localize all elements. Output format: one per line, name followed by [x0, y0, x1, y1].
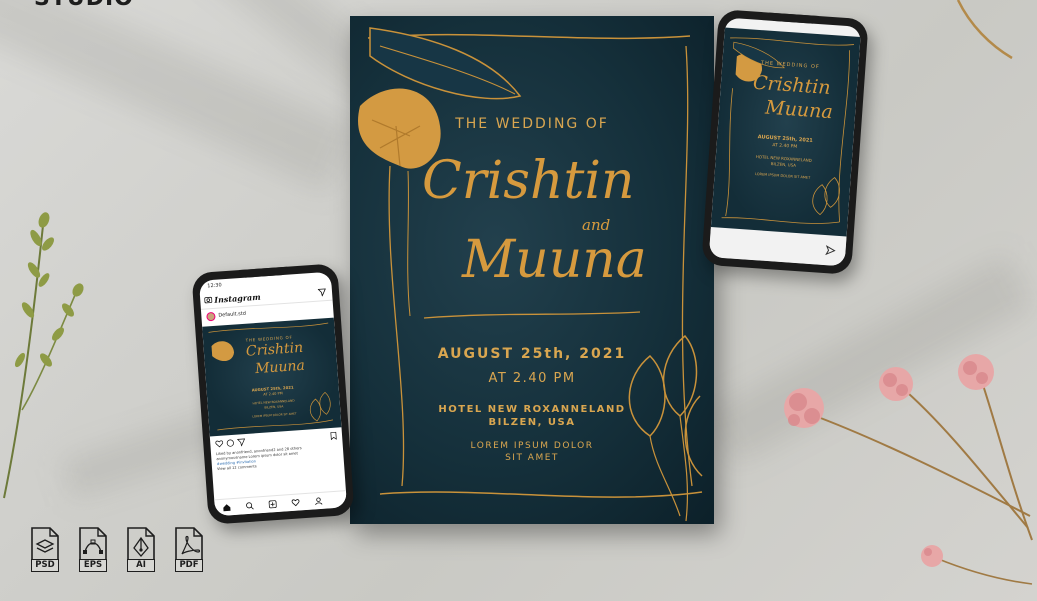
camera-icon[interactable] [204, 296, 213, 304]
badge-label: PSD [31, 559, 59, 572]
activity-icon[interactable] [291, 498, 300, 507]
leaf-shadow [0, 0, 357, 193]
status-time: 12:30 [207, 282, 222, 290]
badge-label: PDF [175, 559, 203, 572]
event-time: AT 2.40 PM [488, 371, 576, 386]
heart-icon[interactable] [215, 440, 224, 449]
avatar[interactable] [206, 311, 216, 322]
share-icon[interactable] [237, 438, 246, 447]
brand-wordmark: STUDIO [34, 0, 134, 11]
badge-eps: EPS [76, 526, 110, 574]
story-screen: THE WEDDING OF Crishtin Muuna AUGUST 25t… [708, 17, 862, 267]
instagram-screen: 12:30 Instagram Default.std THE WEDDING … [198, 271, 348, 517]
badge-label: EPS [79, 559, 107, 572]
wedding-invitation-poster: THE WEDDING OF Crishtin and Muuna AUGUST… [350, 16, 714, 524]
event-note-line1: LOREM IPSUM DOLOR [470, 441, 594, 451]
instagram-phone-mockup: 12:30 Instagram Default.std THE WEDDING … [191, 263, 355, 525]
dried-twig [956, 0, 1013, 60]
invitation-subtitle: THE WEDDING OF [455, 116, 609, 132]
bookmark-icon[interactable] [330, 431, 338, 441]
plant-sprig [3, 212, 84, 499]
leaf-shadow [705, 253, 1035, 467]
home-icon[interactable] [223, 503, 232, 512]
pink-flowers [784, 354, 1033, 585]
comment-icon[interactable] [226, 439, 235, 448]
story-name-second: Muuna [764, 96, 834, 124]
search-icon[interactable] [245, 502, 254, 511]
badge-psd: PSD [28, 526, 62, 574]
post-image[interactable]: THE WEDDING OF Crishtin Muuna AUGUST 25t… [202, 317, 342, 437]
app-wordmark: Instagram [213, 291, 261, 305]
event-city: BILZEN, USA [488, 417, 576, 428]
file-format-badges: PSD EPS AI PDF [28, 526, 218, 576]
bottom-nav [214, 490, 348, 517]
post-username[interactable]: Default.std [218, 311, 246, 319]
invitee-name-first: Crishtin [422, 151, 635, 211]
event-date: AUGUST 25th, 2021 [437, 346, 627, 362]
invitee-name-second: Muuna [462, 230, 647, 290]
event-venue: HOTEL NEW ROXANNELAND [438, 404, 626, 415]
send-icon[interactable] [825, 245, 836, 256]
badge-pdf: PDF [172, 526, 206, 574]
profile-icon[interactable] [314, 497, 323, 506]
send-icon[interactable] [317, 288, 327, 297]
add-icon[interactable] [268, 500, 277, 509]
story-phone-mockup: THE WEDDING OF Crishtin Muuna AUGUST 25t… [701, 9, 869, 275]
badge-ai: AI [124, 526, 158, 574]
badge-label: AI [127, 559, 155, 572]
story-invitation: THE WEDDING OF Crishtin Muuna AUGUST 25t… [710, 27, 861, 237]
event-note-line2: SIT AMET [505, 453, 559, 463]
